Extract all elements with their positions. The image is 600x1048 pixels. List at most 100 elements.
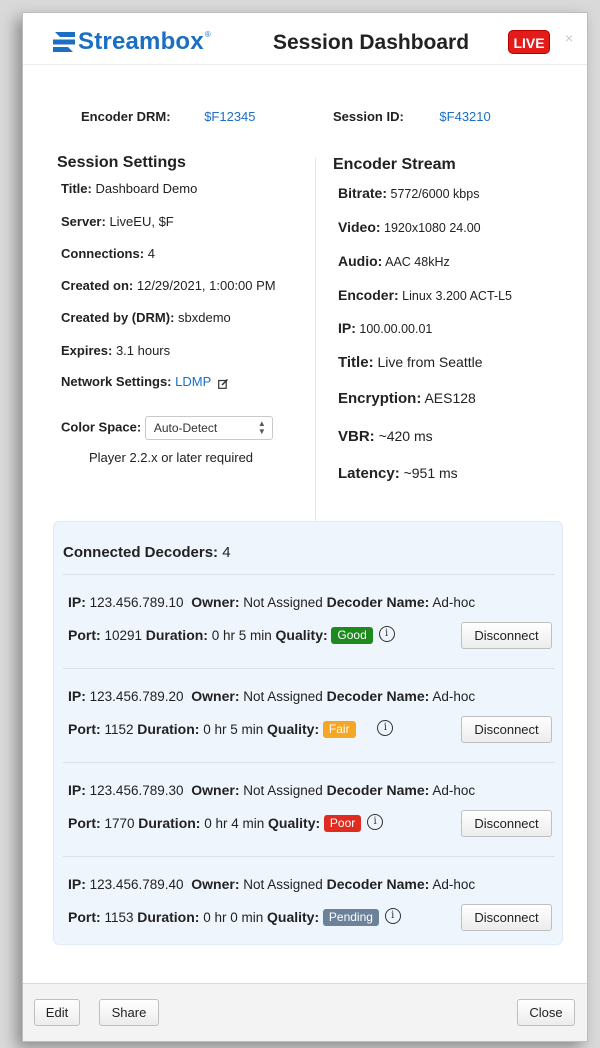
decoder-port-value: 10291 — [104, 628, 142, 643]
decoder-owner-value: Not Assigned — [243, 689, 323, 704]
decoder-name-label: Decoder Name: — [326, 688, 430, 704]
close-icon[interactable]: × — [565, 30, 573, 46]
stream-bitrate: Bitrate: 5772/6000 kbps — [338, 185, 479, 201]
session-dashboard-dialog: Streambox ® Session Dashboard LIVE × Enc… — [22, 12, 588, 1042]
decoder-duration-value: 0 hr 5 min — [203, 722, 264, 737]
decoder-status-line: Port: 1152 Duration: 0 hr 5 min Quality:… — [68, 720, 394, 739]
edit-icon[interactable] — [217, 377, 228, 389]
setting-title: Title: Dashboard Demo — [61, 181, 197, 196]
dialog-footer: Edit Share Close — [23, 983, 587, 1041]
stream-video: Video: 1920x1080 24.00 — [338, 219, 481, 235]
disconnect-button[interactable]: Disconnect — [461, 716, 552, 743]
disconnect-button[interactable]: Disconnect — [461, 622, 552, 649]
decoder-owner-value: Not Assigned — [243, 595, 323, 610]
stream-audio: Audio: AAC 48kHz — [338, 253, 450, 269]
decoder-row: IP: 123.456.789.10 Owner: Not Assigned D… — [63, 574, 555, 668]
network-settings-link[interactable]: LDMP — [175, 374, 211, 389]
decoder-duration-value: 0 hr 0 min — [203, 910, 264, 925]
connected-decoders-panel: Connected Decoders: 4 IP: 123.456.789.10… — [53, 521, 563, 945]
dialog-header: Streambox ® Session Dashboard LIVE × — [23, 13, 587, 65]
stream-ip-label: IP: — [338, 320, 356, 336]
encoder-drm: Encoder DRM: $F12345 — [81, 109, 256, 124]
setting-network: Network Settings: LDMP — [61, 374, 228, 389]
stream-encryption-label: Encryption: — [338, 390, 422, 407]
share-button[interactable]: Share — [99, 999, 159, 1026]
setting-created-by: Created by (DRM): sbxdemo — [61, 310, 231, 325]
decoder-owner-label: Owner: — [191, 688, 240, 704]
edit-button[interactable]: Edit — [34, 999, 80, 1026]
setting-connections: Connections: 4 — [61, 246, 155, 261]
setting-server: Server: LiveEU, $F — [61, 214, 174, 229]
setting-created-on-value: 12/29/2021, 1:00:00 PM — [136, 278, 276, 293]
close-button[interactable]: Close — [517, 999, 575, 1026]
info-icon[interactable]: i — [384, 908, 401, 925]
info-icon[interactable]: i — [377, 720, 394, 737]
session-settings-title: Session Settings — [57, 154, 186, 171]
decoder-owner-label: Owner: — [191, 782, 240, 798]
decoder-duration-label: Duration: — [138, 815, 201, 831]
decoder-name-label: Decoder Name: — [326, 594, 430, 610]
stream-vbr: VBR: ~420 ms — [338, 428, 433, 445]
setting-created-by-value: sbxdemo — [178, 310, 231, 325]
setting-expires: Expires: 3.1 hours — [61, 343, 170, 358]
decoder-ip-value: 123.456.789.40 — [89, 877, 184, 892]
stream-latency-label: Latency: — [338, 465, 400, 482]
decoder-name-value: Ad-hoc — [432, 783, 476, 798]
stream-latency: Latency: ~951 ms — [338, 465, 458, 482]
stream-bitrate-label: Bitrate: — [338, 185, 388, 201]
decoder-info-line: IP: 123.456.789.20 Owner: Not Assigned D… — [68, 688, 475, 704]
connected-decoders-header: Connected Decoders: 4 — [63, 544, 231, 561]
decoder-quality-label: Quality: — [275, 627, 328, 643]
info-icon[interactable]: i — [378, 626, 395, 643]
decoder-status-line: Port: 1770 Duration: 0 hr 4 min Quality:… — [68, 814, 384, 833]
decoder-ip-label: IP: — [68, 594, 86, 610]
player-note: Player 2.2.x or later required — [89, 450, 254, 465]
streambox-logo: Streambox ® — [53, 28, 211, 56]
disconnect-button[interactable]: Disconnect — [461, 904, 552, 931]
decoder-name-value: Ad-hoc — [432, 595, 476, 610]
decoder-quality-label: Quality: — [268, 815, 321, 831]
stream-ip: IP: 100.00.00.01 — [338, 320, 432, 336]
setting-created-by-label: Created by (DRM): — [61, 310, 175, 325]
stream-latency-value: ~951 ms — [403, 465, 458, 481]
decoder-port-label: Port: — [68, 909, 101, 925]
session-id: Session ID: $F43210 — [333, 109, 491, 124]
decoder-port-value: 1152 — [104, 722, 134, 737]
stream-audio-label: Audio: — [338, 253, 383, 269]
decoder-info-line: IP: 123.456.789.40 Owner: Not Assigned D… — [68, 876, 475, 892]
stream-vbr-value: ~420 ms — [378, 428, 433, 444]
decoder-ip-value: 123.456.789.20 — [89, 689, 184, 704]
color-space-select[interactable]: Auto-Detect ▲ ▼ — [144, 416, 273, 440]
decoder-ip-label: IP: — [68, 782, 86, 798]
decoder-status-line: Port: 1153 Duration: 0 hr 0 min Quality:… — [68, 908, 401, 927]
info-icon[interactable]: i — [367, 814, 384, 831]
stream-bitrate-value: 5772/6000 kbps — [390, 187, 480, 201]
setting-expires-value: 3.1 hours — [115, 343, 171, 358]
decoder-row: IP: 123.456.789.20 Owner: Not Assigned D… — [63, 668, 555, 762]
stream-video-value: 1920x1080 24.00 — [384, 221, 481, 235]
setting-network-label: Network Settings: — [61, 374, 172, 389]
decoder-port-value: 1770 — [104, 816, 135, 831]
session-id-link[interactable]: $F43210 — [439, 109, 490, 124]
stream-video-label: Video: — [338, 219, 381, 235]
setting-expires-label: Expires: — [61, 343, 113, 358]
decoder-duration-label: Duration: — [145, 627, 208, 643]
stream-ip-value: 100.00.00.01 — [359, 322, 433, 336]
decoder-name-value: Ad-hoc — [432, 689, 476, 704]
live-badge: LIVE — [508, 30, 550, 54]
decoder-quality-label: Quality: — [267, 909, 320, 925]
disconnect-button[interactable]: Disconnect — [461, 810, 552, 837]
decoder-owner-label: Owner: — [191, 594, 240, 610]
setting-server-value: LiveEU, $F — [109, 214, 174, 229]
setting-title-value: Dashboard Demo — [95, 181, 198, 196]
decoder-ip-value: 123.456.789.10 — [89, 595, 184, 610]
quality-badge-fair: Fair — [322, 720, 356, 738]
decoder-quality-label: Quality: — [267, 721, 320, 737]
encoder-drm-link[interactable]: $F12345 — [204, 109, 255, 124]
decoder-duration-label: Duration: — [137, 909, 200, 925]
connected-decoders-label: Connected Decoders: — [63, 544, 219, 561]
decoder-row: IP: 123.456.789.30 Owner: Not Assigned D… — [63, 762, 555, 856]
streambox-logo-icon — [53, 32, 75, 52]
color-space-row: Color Space: Auto-Detect ▲ ▼ — [61, 416, 273, 440]
setting-server-label: Server: — [61, 214, 106, 229]
